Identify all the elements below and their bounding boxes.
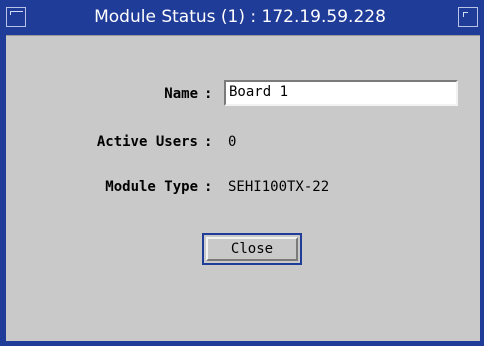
window-menu-icon[interactable] (6, 7, 26, 27)
module-type-colon: : (204, 179, 213, 195)
module-type-value: SEHI100TX-22 (228, 179, 330, 195)
module-status-dialog: Module Status (1) : 172.19.59.228 Name :… (0, 0, 484, 346)
title-bar[interactable]: Module Status (1) : 172.19.59.228 (0, 0, 484, 34)
close-button[interactable]: Close (202, 233, 302, 265)
window-corner-icon[interactable] (458, 7, 478, 27)
name-field[interactable]: Board 1 (224, 80, 458, 106)
close-button-label: Close (206, 237, 298, 261)
active-users-value: 0 (228, 134, 237, 150)
window-title: Module Status (1) : 172.19.59.228 (94, 7, 386, 27)
module-type-label: Module Type (105, 179, 198, 195)
name-colon: : (204, 86, 213, 102)
dialog-body: Name : Board 1 Active Users : 0 Module T… (6, 35, 480, 341)
name-label: Name (164, 86, 198, 102)
active-users-colon: : (204, 134, 213, 150)
active-users-label: Active Users (96, 134, 198, 150)
